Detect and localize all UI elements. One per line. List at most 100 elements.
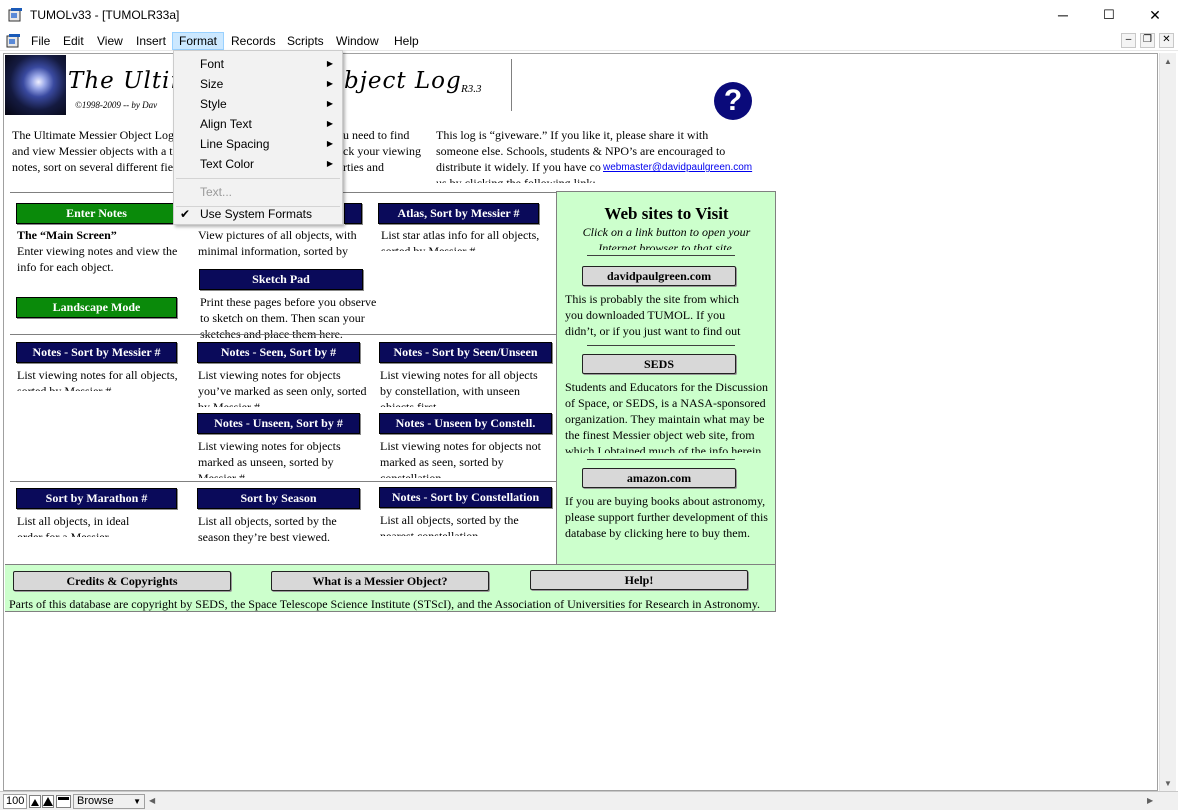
menu-records[interactable]: Records <box>225 32 282 50</box>
divider-row2 <box>10 334 557 335</box>
menu-separator <box>176 178 340 179</box>
atlas-desc: List star atlas info for all objects, so… <box>381 228 540 251</box>
pictures-button[interactable] <box>344 203 362 224</box>
sites-title: Web sites to Visit <box>604 204 729 223</box>
copyright-label: ©1998-2009 -- by Dav <box>75 100 158 110</box>
chevron-down-icon: ▼ <box>133 797 141 806</box>
zoom-level[interactable]: 100 <box>3 794 27 809</box>
footer-copyright: Parts of this database are copyright by … <box>9 597 760 611</box>
scroll-up-icon[interactable]: ▲ <box>1164 57 1172 66</box>
sort-marathon-button[interactable]: Sort by Marathon # <box>16 488 177 509</box>
sites-divider-3 <box>587 459 735 460</box>
constellation-desc: List all objects, sorted by the nearest … <box>380 513 519 536</box>
help-icon[interactable]: ? <box>714 82 752 120</box>
sketch-pad-button[interactable]: Sketch Pad <box>199 269 363 290</box>
main-screen-desc: Enter viewing notes and view the info fo… <box>17 244 178 274</box>
menu-item-text: Text... <box>200 185 233 199</box>
seds-button[interactable]: SEDS <box>582 354 736 374</box>
marathon-desc: List all objects, in ideal order for a M… <box>17 514 130 537</box>
help-button[interactable]: Help! <box>530 570 748 590</box>
submenu-arrow-icon: ▶ <box>326 59 333 68</box>
menu-view[interactable]: View <box>91 32 129 50</box>
notes-messier-button[interactable]: Notes - Sort by Messier # <box>16 342 177 363</box>
menu-scripts[interactable]: Scripts <box>281 32 330 50</box>
mdi-close-button[interactable]: ✕ <box>1159 33 1174 48</box>
intro-right-text: This log is “giveware.” If you like it, … <box>436 128 726 183</box>
what-is-messier-button[interactable]: What is a Messier Object? <box>271 571 489 591</box>
notes-unseen-desc: List viewing notes for objects marked as… <box>198 439 341 478</box>
season-desc: List all objects, sorted by the season t… <box>198 514 337 544</box>
submenu-arrow-icon: ▶ <box>326 159 333 168</box>
menu-insert[interactable]: Insert <box>130 32 172 50</box>
footer-panel: Credits & Copyrights What is a Messier O… <box>5 564 775 612</box>
window-title: TUMOLv33 - [TUMOLR33a] <box>30 8 180 22</box>
enter-notes-button[interactable]: Enter Notes <box>16 203 177 224</box>
davidpaulgreen-button[interactable]: davidpaulgreen.com <box>582 266 736 286</box>
landscape-mode-button[interactable]: Landscape Mode <box>16 297 177 318</box>
web-sites-panel: Web sites to Visit Click on a link butto… <box>556 191 775 565</box>
notes-constellation-button[interactable]: Notes - Sort by Constellation <box>379 487 552 508</box>
sites-subtitle: Click on a link button to open your Inte… <box>582 225 751 250</box>
app-icon[interactable] <box>8 7 24 23</box>
menu-item-font[interactable]: Font ▶ <box>174 54 342 74</box>
title-bar: TUMOLv33 - [TUMOLR33a] ─ ☐ ✕ <box>0 0 1178 30</box>
format-dropdown-menu: Font ▶ Size ▶ Style ▶ Align Text ▶ Line Spac… <box>173 50 343 225</box>
intro-middle-text: u need to find ck your viewing rties and <box>343 128 421 174</box>
checkmark-icon: ✔ <box>180 207 191 221</box>
menu-edit[interactable]: Edit <box>57 32 90 50</box>
notes-unseen-button[interactable]: Notes - Unseen, Sort by # <box>197 413 360 434</box>
mdi-minimize-button[interactable]: – <box>1121 33 1136 48</box>
layout-right-border <box>775 191 776 612</box>
sites-divider-1 <box>587 255 735 256</box>
scroll-left-icon[interactable]: ◀ <box>149 796 155 805</box>
menu-item-text-color[interactable]: Text Color ▶ <box>174 154 342 174</box>
email-link[interactable]: webmaster@davidpaulgreen.com <box>603 162 752 173</box>
minimize-button[interactable]: ─ <box>1040 0 1086 30</box>
menu-item-line-spacing[interactable]: Line Spacing ▶ <box>174 134 342 154</box>
atlas-button[interactable]: Atlas, Sort by Messier # <box>378 203 539 224</box>
document-icon[interactable] <box>6 33 22 49</box>
submenu-arrow-icon: ▶ <box>326 139 333 148</box>
sites-divider-2 <box>587 345 735 346</box>
vertical-scrollbar[interactable]: ▲ ▼ <box>1159 53 1176 791</box>
galaxy-logo <box>5 55 66 115</box>
mdi-restore-button[interactable]: ❐ <box>1140 33 1155 48</box>
mode-select-value: Browse <box>77 795 114 807</box>
submenu-arrow-icon: ▶ <box>326 119 333 128</box>
notes-seen-desc: List viewing notes for objects you’ve ma… <box>198 368 367 407</box>
scroll-right-icon[interactable]: ▶ <box>1147 796 1153 805</box>
notes-seen-button[interactable]: Notes - Seen, Sort by # <box>197 342 360 363</box>
pictures-desc: View pictures of all objects, with minim… <box>198 228 357 258</box>
submenu-arrow-icon: ▶ <box>326 79 333 88</box>
notes-seen-unseen-button[interactable]: Notes - Sort by Seen/Unseen <box>379 342 552 363</box>
menu-bar: File Edit View Insert Format Records Scr… <box>0 30 1178 51</box>
notes-unseen-constell-desc: List viewing notes for objects not marke… <box>380 439 541 478</box>
menu-item-use-system-formats[interactable]: ✔ Use System Formats <box>174 204 342 224</box>
menu-help[interactable]: Help <box>388 32 425 50</box>
amazon-button[interactable]: amazon.com <box>582 468 736 488</box>
scroll-down-icon[interactable]: ▼ <box>1164 779 1172 788</box>
amazon-desc: If you are buying books about astronomy,… <box>565 494 768 540</box>
intro-left-text: The Ultimate Messier Object Log and view… <box>12 128 174 174</box>
credits-button[interactable]: Credits & Copyrights <box>13 571 231 591</box>
menu-file[interactable]: File <box>25 32 56 50</box>
menu-window[interactable]: Window <box>330 32 385 50</box>
seds-desc: Students and Educators for the Discussio… <box>565 380 768 453</box>
status-toggle-icon[interactable] <box>56 795 71 808</box>
menu-item-align-text[interactable]: Align Text ▶ <box>174 114 342 134</box>
dpg-desc: This is probably the site from which you… <box>565 292 741 338</box>
mode-select[interactable]: Browse ▼ <box>73 794 145 809</box>
menu-item-size[interactable]: Size ▶ <box>174 74 342 94</box>
notes-messier-desc: List viewing notes for all objects, sort… <box>17 368 178 391</box>
sort-season-button[interactable]: Sort by Season <box>197 488 360 509</box>
main-screen-heading: The “Main Screen” <box>17 228 117 242</box>
menu-format[interactable]: Format <box>172 32 225 50</box>
menu-item-style[interactable]: Style ▶ <box>174 94 342 114</box>
header-title-right: bject Log <box>344 68 462 94</box>
notes-unseen-constell-button[interactable]: Notes - Unseen by Constell. <box>379 413 552 434</box>
maximize-button[interactable]: ☐ <box>1086 0 1132 30</box>
zoom-out-icon[interactable] <box>29 795 41 808</box>
zoom-in-icon[interactable] <box>42 795 54 808</box>
close-button[interactable]: ✕ <box>1132 0 1178 30</box>
divider-row3 <box>10 481 557 482</box>
